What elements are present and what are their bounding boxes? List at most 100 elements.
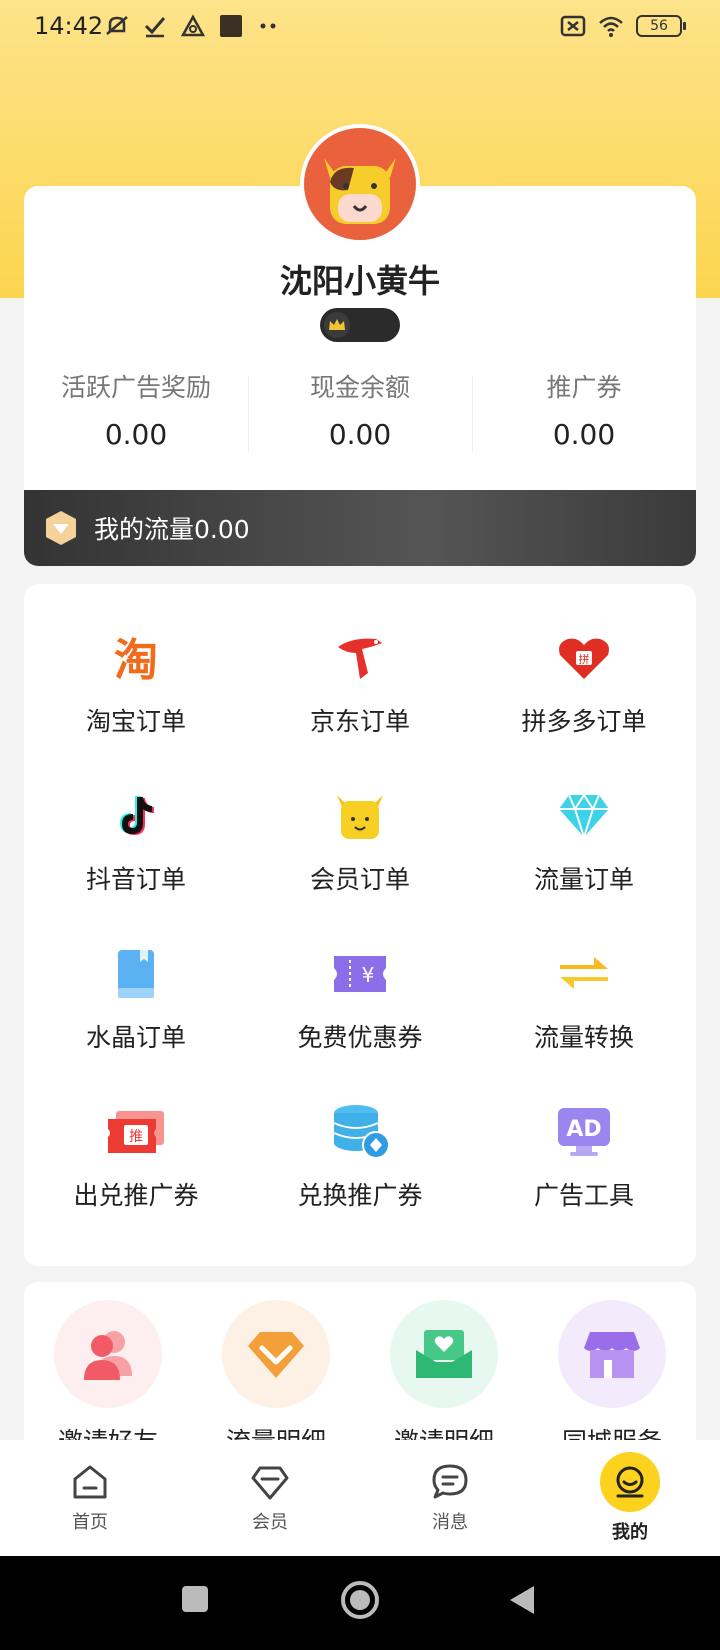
checkmark-icon <box>144 17 166 38</box>
svg-text:推: 推 <box>129 1129 143 1145</box>
vip-badge[interactable] <box>320 308 400 342</box>
tab-label: 消息 <box>432 1512 468 1533</box>
grid-item-exchange-promo-coupon[interactable]: 兑换推广券 <box>248 1102 472 1260</box>
status-bar: 14:42 56 <box>0 0 720 54</box>
tab-messages[interactable]: 消息 <box>360 1440 540 1556</box>
svg-text:淘: 淘 <box>114 635 158 683</box>
member-icon <box>251 1466 289 1500</box>
message-icon <box>432 1464 468 1499</box>
svg-text:¥: ¥ <box>362 963 375 987</box>
bottom-tab-bar: 首页 会员 消息 我的 <box>0 1440 720 1556</box>
stat-label: 推广券 <box>546 373 622 402</box>
grid-item-pinduoduo-orders[interactable]: 拼 拼多多订单 <box>472 628 696 786</box>
tab-label: 我的 <box>612 1522 648 1543</box>
grid-label: 兑换推广券 <box>297 1181 423 1210</box>
pinduoduo-icon: 拼 <box>554 628 614 688</box>
grid-label: 水晶订单 <box>85 1023 186 1052</box>
grid-label: 流量转换 <box>533 1023 634 1052</box>
my-traffic-bar[interactable]: 我的流量0.00 <box>24 490 696 566</box>
stat-ad-reward[interactable]: 活跃广告奖励 0.00 <box>24 372 248 451</box>
more-dots-icon <box>260 23 276 29</box>
status-time: 14:42 <box>34 12 104 40</box>
grid-label: 流量订单 <box>533 865 634 894</box>
app-square-icon <box>220 15 242 37</box>
tab-member[interactable]: 会员 <box>180 1440 360 1556</box>
invite-friends-icon <box>54 1300 162 1408</box>
grid-label: 京东订单 <box>309 707 410 736</box>
grid-item-traffic-orders[interactable]: 流量订单 <box>472 786 696 944</box>
triangle-icon <box>180 14 206 37</box>
grid-label: 抖音订单 <box>85 865 186 894</box>
quick-actions-card: 邀请好友 流量明细 邀请明细 同城服务 <box>24 1282 696 1442</box>
profile-icon <box>600 1452 660 1512</box>
grid-item-free-coupon[interactable]: ¥ 免费优惠券 <box>248 944 472 1102</box>
wifi-icon <box>599 16 623 37</box>
back-triangle-icon[interactable] <box>508 1584 538 1616</box>
no-sim-icon <box>560 15 586 37</box>
orders-grid-card: 淘 淘宝订单 京东订单 拼 拼多多订单 抖音订单 会员订单 流量订单 水晶订单 … <box>24 584 696 1266</box>
avatar[interactable] <box>300 124 420 244</box>
stat-value: 0.00 <box>104 418 168 451</box>
tab-label: 会员 <box>252 1512 288 1533</box>
grid-item-douyin-orders[interactable]: 抖音订单 <box>24 786 248 944</box>
stat-label: 现金余额 <box>309 373 410 402</box>
tab-label: 首页 <box>72 1512 108 1533</box>
crown-icon <box>324 312 350 338</box>
quick-traffic-detail[interactable]: 流量明细 <box>192 1300 360 1442</box>
traffic-detail-icon <box>222 1300 330 1408</box>
jd-icon <box>330 628 390 688</box>
cow-avatar-icon <box>324 158 396 224</box>
douyin-icon <box>106 786 166 846</box>
grid-label: 会员订单 <box>309 865 410 894</box>
stat-value: 0.00 <box>552 418 616 451</box>
stat-promo-coupon[interactable]: 推广券 0.00 <box>472 372 696 452</box>
grid-label: 淘宝订单 <box>85 707 186 736</box>
tab-home[interactable]: 首页 <box>0 1440 180 1556</box>
diamond-icon <box>554 786 614 846</box>
invite-detail-icon <box>390 1300 498 1408</box>
quick-label: 邀请好友 <box>57 1427 158 1442</box>
username: 沈阳小黄牛 <box>279 262 440 300</box>
recents-square-icon[interactable] <box>180 1584 210 1614</box>
home-circle-icon[interactable] <box>340 1580 380 1620</box>
tab-mine[interactable]: 我的 <box>540 1440 720 1556</box>
grid-item-member-orders[interactable]: 会员订单 <box>248 786 472 944</box>
grid-item-jd-orders[interactable]: 京东订单 <box>248 628 472 786</box>
svg-text:AD: AD <box>566 1117 601 1142</box>
quick-invite-detail[interactable]: 邀请明细 <box>360 1300 528 1442</box>
grid-label: 出兑推广券 <box>73 1181 199 1210</box>
ad-monitor-icon: AD <box>554 1102 614 1162</box>
my-traffic-text: 我的流量0.00 <box>94 515 250 544</box>
home-icon <box>73 1465 107 1499</box>
battery-icon: 56 <box>636 15 686 37</box>
svg-text:拼: 拼 <box>579 652 590 666</box>
traffic-diamond-icon <box>46 511 76 545</box>
orders-grid: 淘 淘宝订单 京东订单 拼 拼多多订单 抖音订单 会员订单 流量订单 水晶订单 … <box>24 628 696 1260</box>
coupon-icon: ¥ <box>330 944 390 1004</box>
quick-label: 流量明细 <box>225 1427 326 1442</box>
promo-ticket-icon: 推 <box>106 1102 166 1162</box>
coins-stack-icon <box>330 1102 390 1162</box>
book-icon <box>106 944 166 1004</box>
stat-value: 0.00 <box>328 418 392 451</box>
quick-invite-friends[interactable]: 邀请好友 <box>24 1300 192 1442</box>
grid-item-traffic-convert[interactable]: 流量转换 <box>472 944 696 1102</box>
exchange-arrows-icon <box>554 944 614 1004</box>
grid-item-crystal-orders[interactable]: 水晶订单 <box>24 944 248 1102</box>
stat-cash-balance[interactable]: 现金余额 0.00 <box>248 372 472 452</box>
grid-label: 免费优惠券 <box>297 1023 423 1052</box>
system-nav-bar <box>0 1556 720 1650</box>
stats-row: 活跃广告奖励 0.00 现金余额 0.00 推广券 0.00 <box>24 372 696 452</box>
grid-item-redeem-promo-coupon[interactable]: 推 出兑推广券 <box>24 1102 248 1260</box>
grid-item-taobao-orders[interactable]: 淘 淘宝订单 <box>24 628 248 786</box>
quick-label: 邀请明细 <box>393 1427 494 1442</box>
grid-label: 广告工具 <box>533 1181 634 1210</box>
quick-local-service[interactable]: 同城服务 <box>528 1300 696 1442</box>
stat-label: 活跃广告奖励 <box>60 373 211 402</box>
local-service-icon <box>558 1300 666 1408</box>
grid-item-ad-tools[interactable]: AD 广告工具 <box>472 1102 696 1260</box>
mute-icon <box>106 16 128 35</box>
grid-label: 拼多多订单 <box>521 707 647 736</box>
taobao-icon: 淘 <box>106 628 166 688</box>
member-cow-icon <box>330 786 390 846</box>
